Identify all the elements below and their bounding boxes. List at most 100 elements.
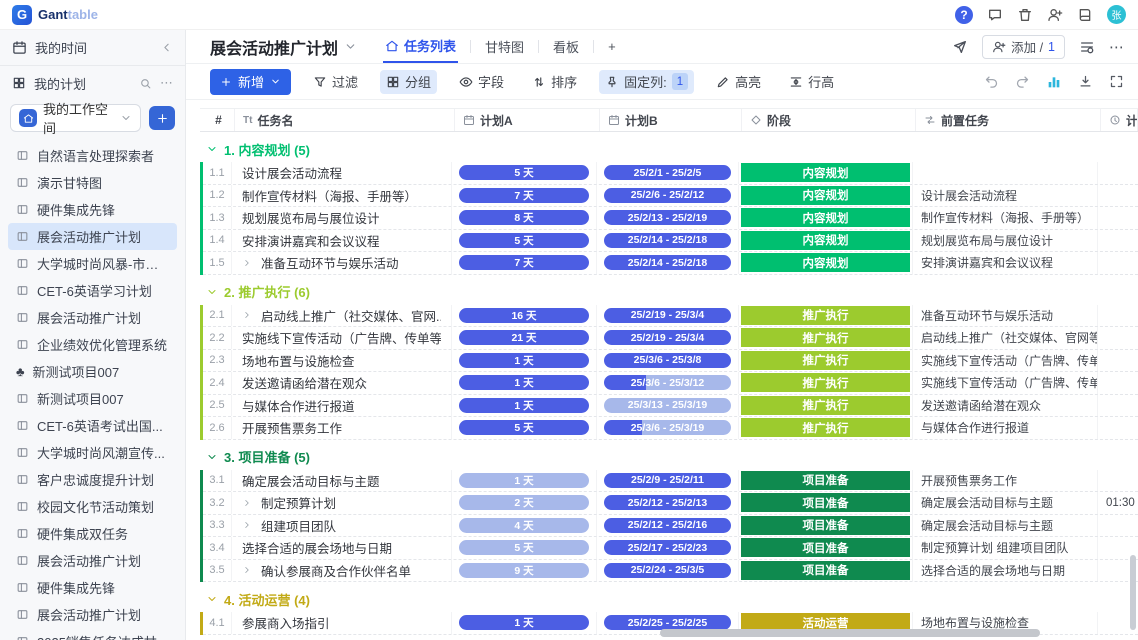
page-title[interactable]: 展会活动推广计划 — [210, 35, 357, 59]
cell-task-name[interactable]: 组建项目团队 — [232, 515, 452, 537]
cell-task-name[interactable]: 制作宣传材料（海报、手册等） — [232, 185, 452, 207]
group-header[interactable]: 4. 活动运营 (4) — [200, 586, 1138, 612]
plan-b-date-bar[interactable]: 25/2/25 - 25/2/25 — [604, 615, 731, 630]
stage-badge[interactable]: 内容规划 — [741, 253, 910, 272]
redo-icon[interactable] — [1015, 74, 1030, 89]
group-button[interactable]: 分组 — [380, 70, 437, 94]
more-icon[interactable]: ⋯ — [1109, 38, 1124, 56]
task-row[interactable]: 2.3场地布置与设施检查1 天25/3/6 - 25/3/8推广执行实施线下宣传… — [203, 350, 1138, 373]
tab-gantt[interactable]: 甘特图 — [483, 30, 526, 63]
plan-a-duration-bar[interactable]: 1 天 — [459, 375, 589, 390]
sidebar-project-item[interactable]: 大学城时尚风潮宣传... — [8, 439, 177, 466]
plan-a-duration-bar[interactable]: 1 天 — [459, 473, 589, 488]
plan-a-duration-bar[interactable]: 2 天 — [459, 495, 589, 510]
sort-button[interactable]: 排序 — [526, 70, 583, 94]
col-plan-a[interactable]: 计划A — [455, 109, 600, 131]
user-avatar[interactable]: 张 — [1107, 5, 1126, 24]
sidebar-project-item[interactable]: 硬件集成双任务 — [8, 520, 177, 547]
cell-task-name[interactable]: 规划展览布局与展位设计 — [232, 207, 452, 229]
plan-b-date-bar[interactable]: 25/3/13 - 25/3/19 — [604, 398, 731, 413]
col-timer[interactable]: 计时器 — [1101, 109, 1138, 131]
plan-a-duration-bar[interactable]: 1 天 — [459, 398, 589, 413]
sidebar-project-item[interactable]: 新测试项目007 — [8, 385, 177, 412]
fullscreen-icon[interactable] — [1109, 74, 1124, 89]
sidebar-project-item[interactable]: 展会活动推广计划 — [8, 601, 177, 628]
plan-b-date-bar[interactable]: 25/2/12 - 25/2/13 — [604, 495, 731, 510]
cell-task-name[interactable]: 开展预售票务工作 — [232, 417, 452, 439]
plan-a-duration-bar[interactable]: 5 天 — [459, 233, 589, 248]
plan-a-duration-bar[interactable]: 8 天 — [459, 210, 589, 225]
more-icon[interactable]: ⋯ — [160, 75, 173, 91]
sidebar-project-item[interactable]: 校园文化节活动策划 — [8, 493, 177, 520]
task-row[interactable]: 1.4安排演讲嘉宾和会议议程5 天25/2/14 - 25/2/18内容规划规划… — [203, 230, 1138, 253]
cell-task-name[interactable]: 确认参展商及合作伙伴名单 — [232, 560, 452, 582]
filter-button[interactable]: 过滤 — [307, 70, 364, 94]
col-predecessor[interactable]: 前置任务 — [916, 109, 1101, 131]
sidebar-project-item[interactable]: 自然语言处理探索者 — [8, 142, 177, 169]
expand-icon[interactable] — [242, 258, 252, 268]
add-view-button[interactable]: + — [606, 30, 618, 63]
cell-task-name[interactable]: 与媒体合作进行报道 — [232, 395, 452, 417]
task-row[interactable]: 3.3组建项目团队4 天25/2/12 - 25/2/16项目准备确定展会活动目… — [203, 515, 1138, 538]
vertical-scrollbar[interactable] — [1130, 555, 1136, 630]
expand-icon[interactable] — [242, 310, 252, 320]
plan-a-duration-bar[interactable]: 1 天 — [459, 353, 589, 368]
plan-a-duration-bar[interactable]: 1 天 — [459, 615, 589, 630]
plan-b-date-bar[interactable]: 25/2/14 - 25/2/18 — [604, 255, 731, 270]
task-row[interactable]: 3.2制定预算计划2 天25/2/12 - 25/2/13项目准备确定展会活动目… — [203, 492, 1138, 515]
stage-badge[interactable]: 推广执行 — [741, 351, 910, 370]
sidebar-project-item[interactable]: CET-6英语学习计划 — [8, 277, 177, 304]
task-row[interactable]: 3.4选择合适的展会场地与日期5 天25/2/17 - 25/2/23项目准备制… — [203, 537, 1138, 560]
plan-b-date-bar[interactable]: 25/3/6 - 25/3/12 — [604, 375, 731, 390]
search-icon[interactable] — [139, 77, 152, 90]
feedback-icon[interactable] — [987, 7, 1003, 23]
sidebar-project-item[interactable]: 2025销售任务达成甘... — [8, 628, 177, 640]
cell-task-name[interactable]: 准备互动环节与娱乐活动 — [232, 252, 452, 274]
sidebar-project-item[interactable]: CET-6英语考试出国... — [8, 412, 177, 439]
stage-badge[interactable]: 项目准备 — [741, 493, 910, 512]
cell-task-name[interactable]: 确定展会活动目标与主题 — [232, 470, 452, 492]
cell-task-name[interactable]: 参展商入场指引 — [232, 612, 452, 634]
task-row[interactable]: 3.1确定展会活动目标与主题1 天25/2/9 - 25/2/11项目准备开展预… — [203, 470, 1138, 493]
plan-a-duration-bar[interactable]: 5 天 — [459, 540, 589, 555]
group-header[interactable]: 1. 内容规划 (5) — [200, 136, 1138, 162]
highlight-button[interactable]: 高亮 — [710, 70, 767, 94]
expand-icon[interactable] — [242, 520, 252, 530]
sidebar-project-item[interactable]: 硬件集成先锋 — [8, 574, 177, 601]
tab-task-list[interactable]: 任务列表 — [383, 30, 458, 63]
chevron-down-icon[interactable] — [344, 40, 357, 53]
sidebar-project-item[interactable]: 演示甘特图 — [8, 169, 177, 196]
task-row[interactable]: 3.5确认参展商及合作伙伴名单9 天25/2/24 - 25/3/5项目准备选择… — [203, 560, 1138, 583]
workspace-selector[interactable]: 我的工作空间 — [10, 104, 141, 132]
task-row[interactable]: 1.3规划展览布局与展位设计8 天25/2/13 - 25/2/19内容规划制作… — [203, 207, 1138, 230]
share-icon[interactable] — [952, 39, 968, 55]
col-stage[interactable]: 阶段 — [742, 109, 916, 131]
invite-user-icon[interactable] — [1047, 7, 1063, 23]
col-num[interactable]: # — [203, 109, 235, 131]
stage-badge[interactable]: 推广执行 — [741, 328, 910, 347]
plan-a-duration-bar[interactable]: 5 天 — [459, 165, 589, 180]
stage-badge[interactable]: 内容规划 — [741, 186, 910, 205]
cell-task-name[interactable]: 启动线上推广（社交媒体、官网... — [232, 305, 452, 327]
sidebar-item-my-plans[interactable]: 我的计划 ⋯ — [0, 66, 185, 100]
expand-icon[interactable] — [242, 565, 252, 575]
help-icon[interactable]: ? — [955, 6, 973, 24]
expand-icon[interactable] — [242, 498, 252, 508]
plan-b-date-bar[interactable]: 25/2/14 - 25/2/18 — [604, 233, 731, 248]
stage-badge[interactable]: 推广执行 — [741, 306, 910, 325]
plan-b-date-bar[interactable]: 25/2/6 - 25/2/12 — [604, 188, 731, 203]
plan-b-date-bar[interactable]: 25/2/19 - 25/3/4 — [604, 308, 731, 323]
cell-task-name[interactable]: 设计展会活动流程 — [232, 162, 452, 184]
plan-b-date-bar[interactable]: 25/2/13 - 25/2/19 — [604, 210, 731, 225]
task-row[interactable]: 1.5准备互动环节与娱乐活动7 天25/2/14 - 25/2/18内容规划安排… — [203, 252, 1138, 275]
sidebar-project-item[interactable]: 大学城时尚风暴-市场... — [8, 250, 177, 277]
sidebar-project-item[interactable]: 展会活动推广计划 — [8, 304, 177, 331]
sidebar-project-item[interactable]: 硬件集成先锋 — [8, 196, 177, 223]
sidebar-project-item[interactable]: 企业绩效优化管理系统 — [8, 331, 177, 358]
task-row[interactable]: 2.4发送邀请函给潜在观众1 天25/3/6 - 25/3/12推广执行实施线下… — [203, 372, 1138, 395]
stage-badge[interactable]: 内容规划 — [741, 208, 910, 227]
task-row[interactable]: 2.2实施线下宣传活动（广告牌、传单等）21 天25/2/19 - 25/3/4… — [203, 327, 1138, 350]
sidebar-item-my-time[interactable]: 我的时间 — [0, 30, 185, 66]
cell-task-name[interactable]: 发送邀请函给潜在观众 — [232, 372, 452, 394]
stage-badge[interactable]: 内容规划 — [741, 163, 910, 182]
